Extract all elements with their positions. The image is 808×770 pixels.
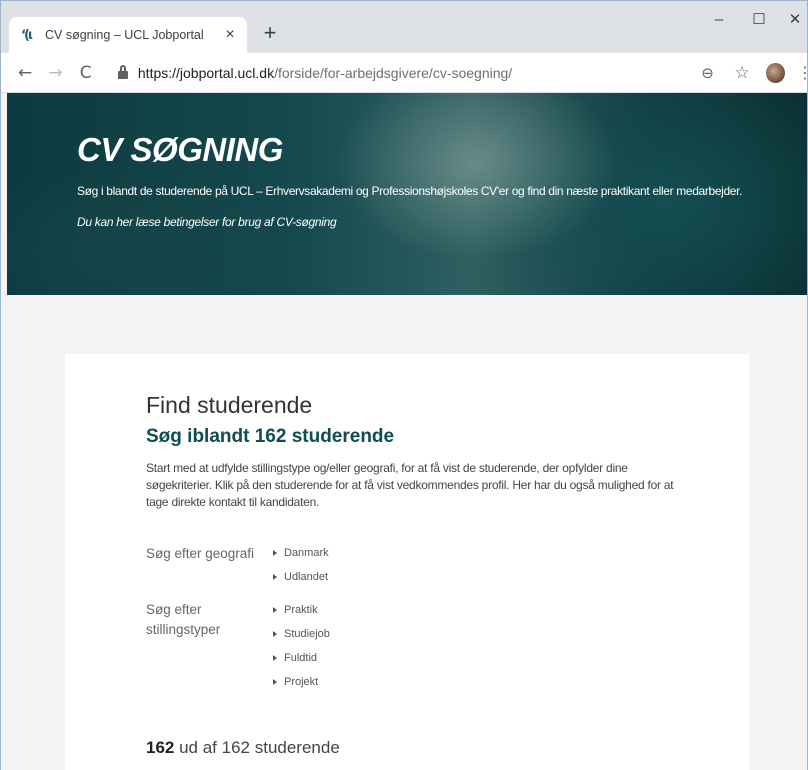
browser-toolbar: ← → C https://jobportal.ucl.dk/forside/f… (1, 53, 807, 93)
browser-window: ʻ(ι CV søgning – UCL Jobportal × + – ☐ ✕… (0, 0, 808, 770)
option-label: Danmark (284, 547, 329, 559)
hero-banner: CV SØGNING Søg i blandt de studerende på… (7, 93, 807, 295)
intro-text: Start med at udfylde stillingstype og/el… (146, 461, 674, 509)
caret-right-icon (273, 550, 277, 556)
browser-tab[interactable]: ʻ(ι CV søgning – UCL Jobportal × (9, 17, 247, 53)
caret-right-icon (273, 607, 277, 613)
job-option-praktik[interactable]: Praktik (273, 602, 318, 618)
caret-right-icon (273, 631, 277, 637)
option-label: Praktik (284, 604, 318, 616)
caret-right-icon (273, 655, 277, 661)
geo-option-danmark[interactable]: Danmark (273, 545, 329, 561)
back-arrow-icon[interactable]: ← (13, 60, 37, 86)
job-type-filter-label: Søg efter stillingstyper (146, 602, 221, 637)
job-option-studiejob[interactable]: Studiejob (273, 626, 330, 642)
geo-option-udlandet[interactable]: Udlandet (273, 569, 328, 585)
bookmark-star-icon[interactable]: ☆ (732, 63, 753, 83)
profile-avatar[interactable] (766, 62, 786, 83)
terms-link[interactable]: Du kan her læse betingelser for brug af … (77, 215, 337, 229)
result-text: ud af 162 studerende (174, 738, 340, 757)
maximize-button[interactable]: ☐ (741, 7, 777, 33)
tab-strip: ʻ(ι CV søgning – UCL Jobportal × + – ☐ ✕ (1, 1, 807, 59)
page-viewport: CV SØGNING Søg i blandt de studerende på… (1, 93, 807, 770)
hero-title: CV SØGNING (77, 131, 283, 168)
result-number: 162 (146, 738, 175, 757)
caret-right-icon (273, 679, 277, 685)
close-tab-icon[interactable]: × (221, 26, 239, 44)
option-label: Udlandet (284, 571, 329, 583)
new-tab-button[interactable]: + (257, 21, 283, 47)
option-label: Studiejob (284, 628, 330, 640)
job-option-fuldtid[interactable]: Fuldtid (273, 650, 317, 666)
url-host: https://jobportal.ucl.dk (137, 64, 275, 81)
tab-title: CV søgning – UCL Jobportal (45, 28, 204, 42)
option-label: Fuldtid (284, 652, 318, 664)
hero-description: Søg i blandt de studerende på UCL – Erhv… (77, 184, 743, 198)
caret-right-icon (273, 574, 277, 580)
search-subheading: Søg iblandt 162 studerende (146, 426, 395, 447)
search-card: Find studerende Søg iblandt 162 studeren… (65, 354, 749, 770)
address-bar[interactable]: https://jobportal.ucl.dk/forside/for-arb… (108, 58, 697, 88)
job-option-projekt[interactable]: Projekt (273, 674, 318, 690)
option-label: Projekt (284, 676, 319, 688)
zoom-icon[interactable]: ⊖ (697, 64, 718, 82)
forward-arrow-icon[interactable]: → (43, 60, 67, 86)
minimize-button[interactable]: – (701, 7, 737, 33)
ucl-favicon-icon: ʻ(ι (21, 27, 33, 43)
url-path: /forside/for-arbejdsgivere/cv-soegning/ (274, 64, 513, 81)
lock-icon[interactable] (117, 64, 128, 79)
page-title: Find studerende (146, 392, 313, 418)
result-count: 162 ud af 162 studerende (146, 738, 340, 758)
geography-filter-label: Søg efter geografi (146, 546, 255, 561)
reload-icon[interactable]: C (74, 60, 98, 86)
menu-dots-icon[interactable]: ⋮ (797, 63, 807, 82)
window-close-button[interactable]: ✕ (777, 7, 807, 33)
